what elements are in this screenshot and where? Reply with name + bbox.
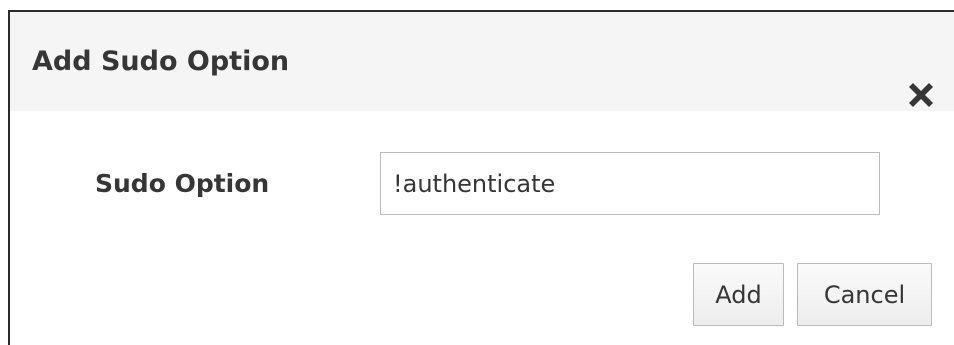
- add-button[interactable]: Add: [693, 263, 784, 326]
- cancel-button[interactable]: Cancel: [797, 263, 932, 326]
- close-icon[interactable]: [903, 77, 939, 113]
- sudo-option-input[interactable]: [380, 152, 880, 215]
- dialog-title: Add Sudo Option: [32, 46, 290, 77]
- add-sudo-option-dialog: Add Sudo Option Sudo Option Add Cancel: [0, 0, 954, 345]
- sudo-option-label: Sudo Option: [95, 169, 270, 198]
